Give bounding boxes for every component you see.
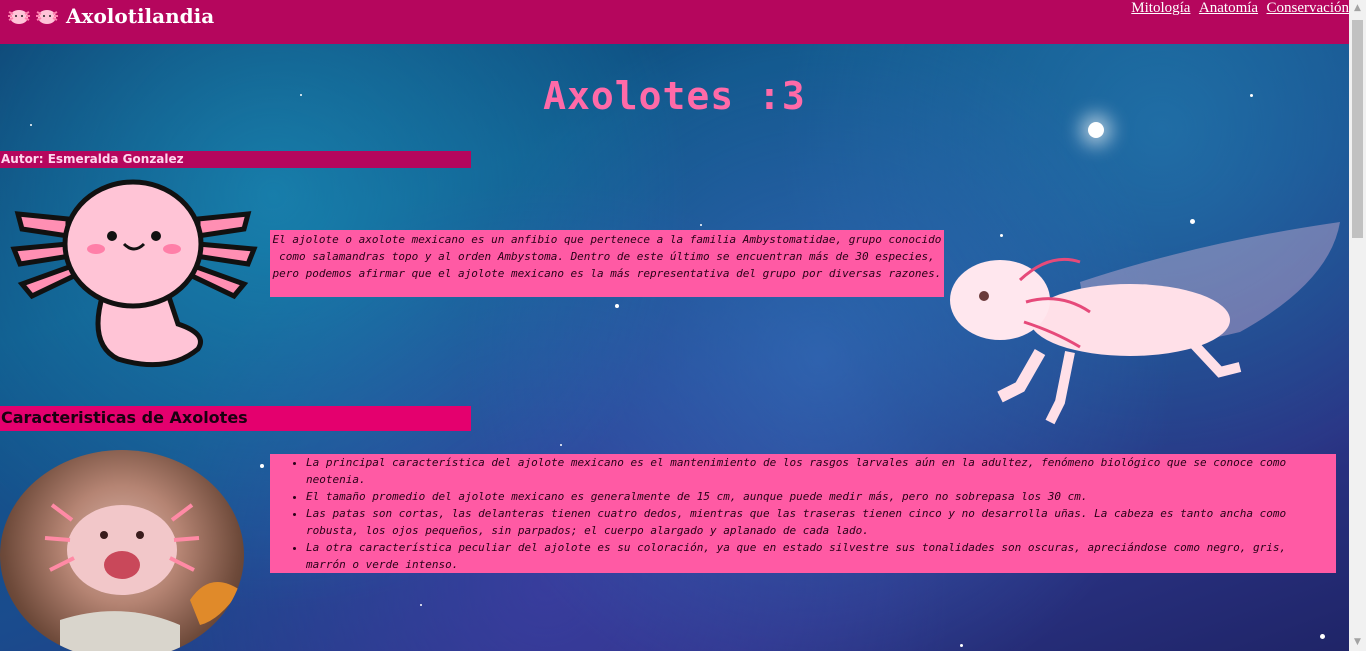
nav-link-mitologia[interactable]: Mitología	[1131, 0, 1190, 16]
scroll-up-arrow-icon[interactable]: ▲	[1349, 0, 1366, 17]
nav-link-anatomia[interactable]: Anatomía	[1199, 0, 1258, 16]
axolotl-logo-icon	[36, 10, 58, 24]
scrollbar-thumb[interactable]	[1352, 20, 1363, 238]
characteristics-box: La principal característica del ajolote …	[270, 454, 1336, 573]
cartoon-axolotl-image	[10, 179, 258, 368]
axolotl-photo	[0, 450, 244, 651]
intro-paragraph: El ajolote o axolote mexicano es un anfi…	[270, 230, 944, 297]
realistic-axolotl-image	[950, 222, 1340, 425]
list-item: La otra característica peculiar del ajol…	[306, 539, 1316, 573]
site-title: Axolotilandia	[66, 4, 215, 28]
brand: Axolotilandia	[6, 4, 214, 28]
list-item: Las patas son cortas, las delanteras tie…	[306, 505, 1316, 539]
characteristics-list: La principal característica del ajolote …	[270, 454, 1316, 573]
list-item: El tamaño promedio del ajolote mexicano …	[306, 488, 1316, 505]
top-nav: Mitología Anatomía Conservación	[1127, 0, 1349, 17]
list-item: La principal característica del ajolote …	[306, 454, 1316, 488]
section-header-bar: Caracteristicas de Axolotes	[0, 406, 471, 431]
top-header: Axolotilandia Mitología Anatomía Conserv…	[0, 0, 1349, 44]
photo-content	[44, 503, 240, 651]
scroll-down-arrow-icon[interactable]: ▼	[1349, 634, 1366, 651]
nav-link-conservacion[interactable]: Conservación	[1267, 0, 1349, 16]
axolotl-logo-icon	[8, 10, 30, 24]
section-title: Caracteristicas de Axolotes	[1, 408, 248, 427]
vertical-scrollbar[interactable]: ▲ ▼	[1349, 0, 1366, 651]
author-banner: Autor: Esmeralda Gonzalez	[0, 151, 471, 168]
page-title: Axolotes :3	[543, 74, 806, 118]
author-label: Autor: Esmeralda Gonzalez	[1, 152, 184, 166]
